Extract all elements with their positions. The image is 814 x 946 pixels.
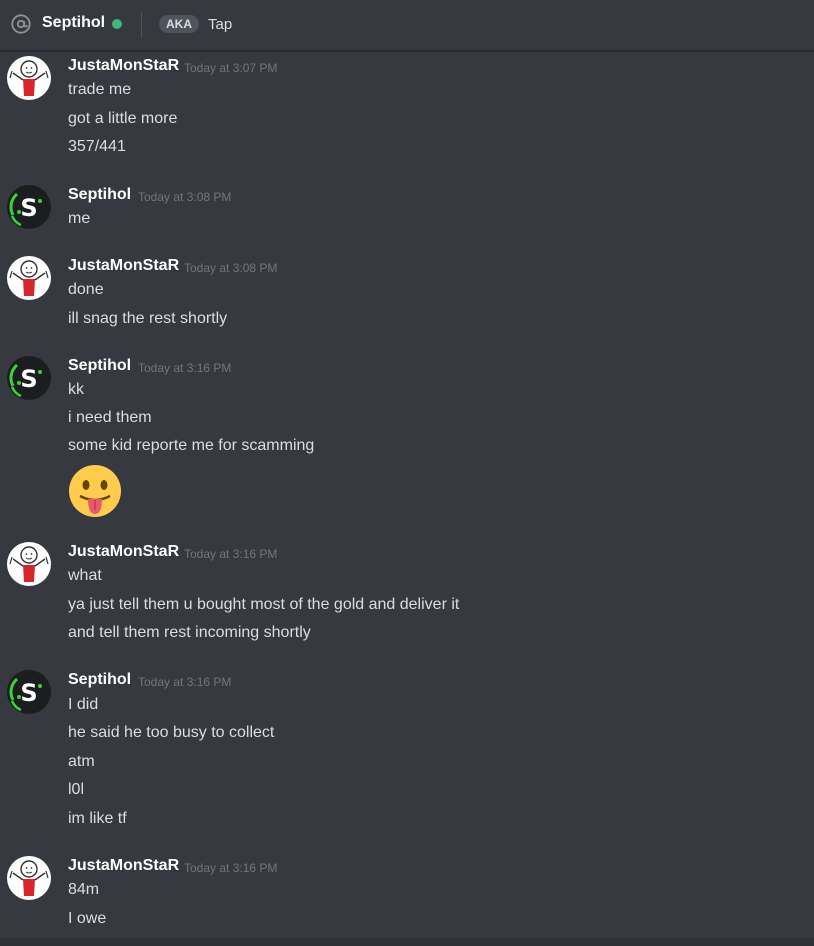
message-group: JustaMonStaR Today at 3:07 PM trade me g… (0, 54, 814, 164)
s-logo-avatar[interactable]: S (7, 185, 51, 229)
message-author[interactable]: JustaMonStaR (68, 857, 179, 875)
message-text: atm (68, 753, 95, 770)
message-text: I owe (68, 910, 107, 927)
at-sign-icon (11, 14, 31, 34)
aka-name: Tap (208, 16, 233, 33)
message-author[interactable]: JustaMonStaR (68, 543, 179, 561)
dm-username[interactable]: Septihol (42, 14, 105, 32)
tongue-out-face-emoji (69, 465, 121, 517)
message-text: 357/441 (68, 138, 126, 155)
message-group: S Septihol Today at 3:16 PM kk i need th… (0, 354, 814, 524)
message-timestamp: Today at 3:16 PM (184, 861, 278, 875)
stickman-avatar[interactable] (7, 56, 51, 100)
message-author[interactable]: JustaMonStaR (68, 57, 179, 75)
header-divider (141, 12, 142, 38)
message-timestamp: Today at 3:16 PM (184, 547, 278, 561)
s-logo-avatar[interactable]: S (7, 356, 51, 400)
svg-text:S: S (20, 194, 37, 222)
s-logo-avatar[interactable]: S (7, 670, 51, 714)
message-text: 84m (68, 881, 100, 898)
aka-badge: AKA (159, 15, 199, 33)
message-author[interactable]: Septihol (68, 186, 131, 204)
message-group: JustaMonStaR Today at 3:16 PM 84m I owe (0, 854, 814, 938)
dm-header: Septihol AKA Tap (0, 0, 814, 51)
message-text: what (68, 567, 102, 584)
message-timestamp: Today at 3:16 PM (138, 361, 232, 375)
bottom-divider (0, 938, 814, 946)
message-timestamp: Today at 3:07 PM (184, 61, 278, 75)
message-author[interactable]: JustaMonStaR (68, 257, 179, 275)
message-text: and tell them rest incoming shortly (68, 624, 311, 641)
message-text: i need them (68, 409, 152, 426)
message-text: im like tf (68, 810, 127, 827)
svg-text:S: S (20, 679, 37, 707)
message-timestamp: Today at 3:08 PM (138, 190, 232, 204)
message-group: JustaMonStaR Today at 3:08 PM done ill s… (0, 254, 814, 339)
stickman-avatar[interactable] (7, 856, 51, 900)
message-timestamp: Today at 3:08 PM (184, 261, 278, 275)
message-text: me (68, 210, 91, 227)
message-group: JustaMonStaR Today at 3:16 PM what ya ju… (0, 540, 814, 650)
message-group: S Septihol Today at 3:16 PM I did he sai… (0, 668, 814, 833)
message-text: l0l (68, 781, 85, 798)
message-text: I did (68, 696, 99, 713)
stickman-avatar[interactable] (7, 542, 51, 586)
online-status-icon (112, 19, 122, 29)
svg-text:S: S (20, 365, 37, 393)
message-text: he said he too busy to collect (68, 724, 275, 741)
message-timestamp: Today at 3:16 PM (138, 675, 232, 689)
message-text: some kid reporte me for scamming (68, 437, 315, 454)
message-author[interactable]: Septihol (68, 357, 131, 375)
message-text: trade me (68, 81, 132, 98)
message-group: S Septihol Today at 3:08 PM me (0, 183, 814, 238)
stickman-avatar[interactable] (7, 256, 51, 300)
message-author[interactable]: Septihol (68, 671, 131, 689)
message-text: kk (68, 381, 84, 398)
message-text: ya just tell them u bought most of the g… (68, 596, 460, 613)
message-text: got a little more (68, 110, 178, 127)
message-text: ill snag the rest shortly (68, 310, 228, 327)
message-text: done (68, 281, 104, 298)
